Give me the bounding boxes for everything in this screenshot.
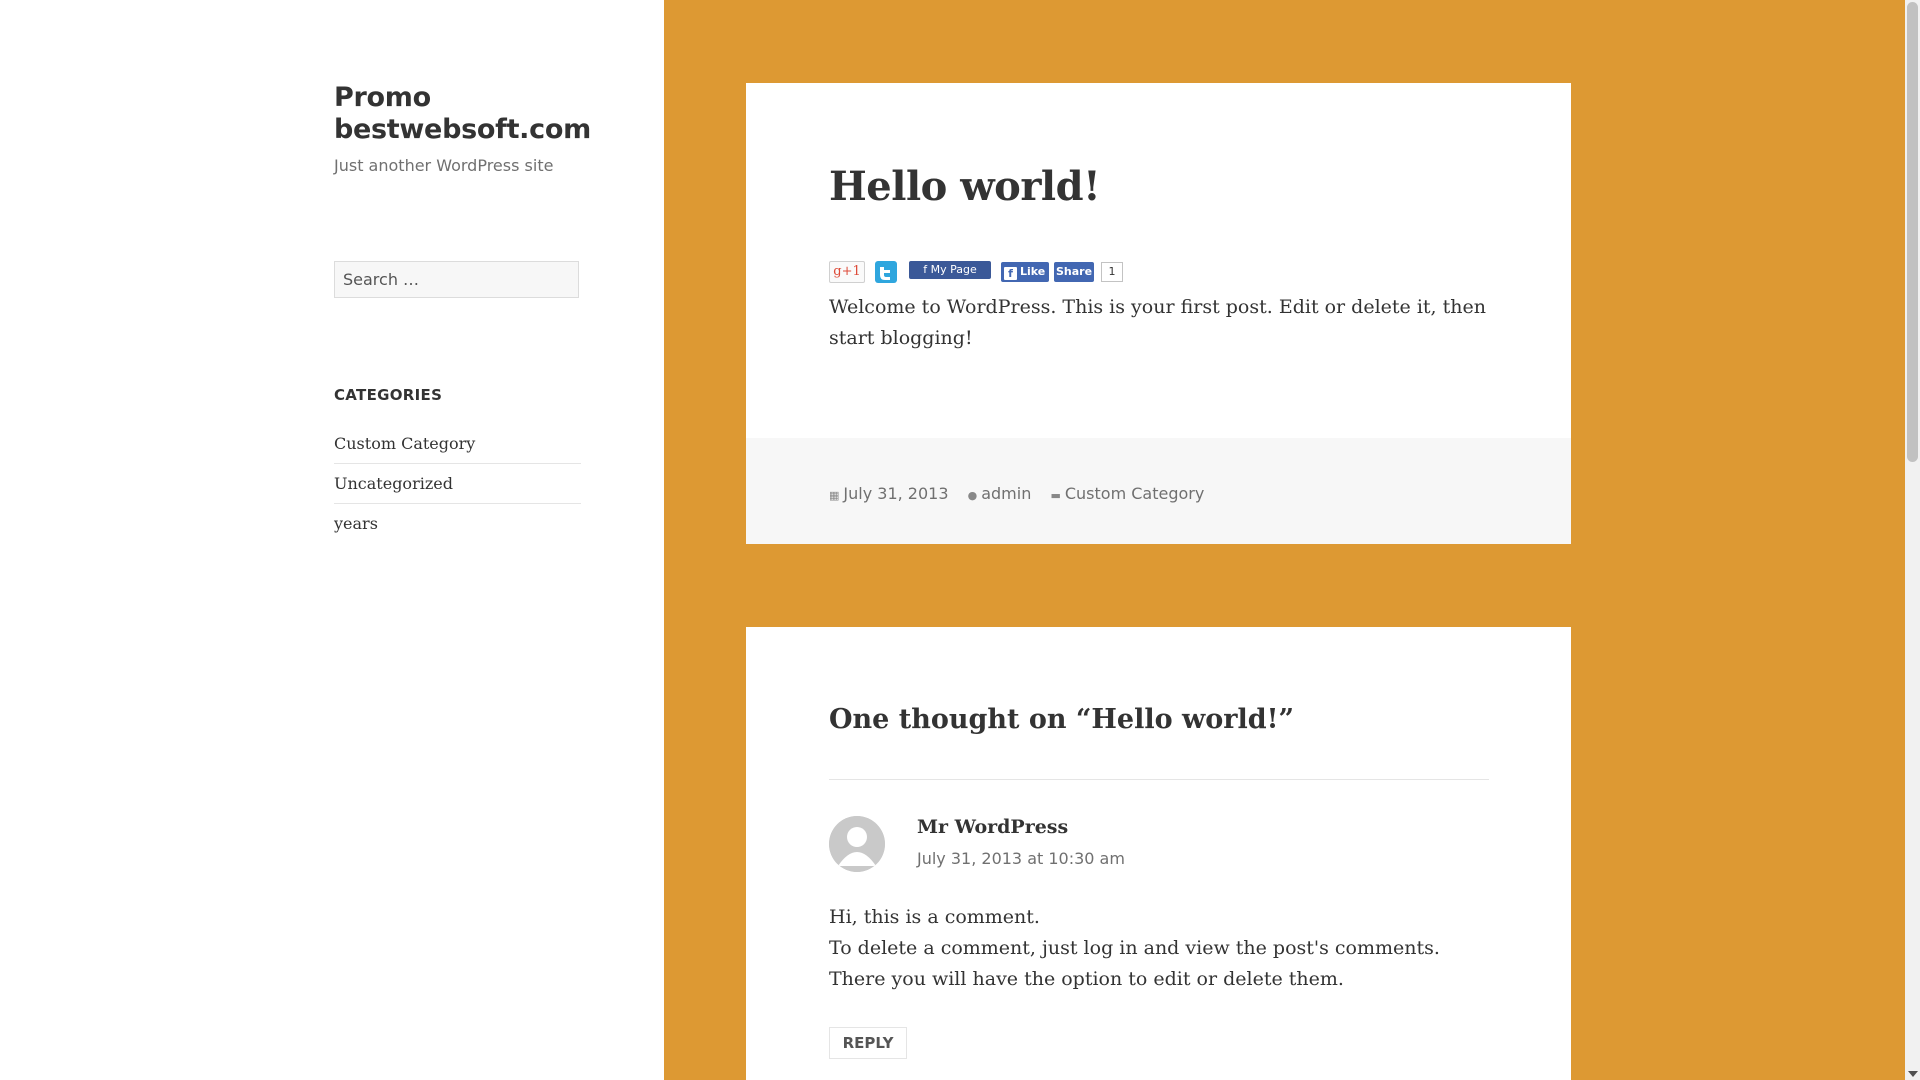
- twitter-button[interactable]: [875, 261, 897, 283]
- comment-text: Hi, this is a comment. To delete a comme…: [829, 902, 1489, 995]
- comments-card: One thought on “Hello world!” Mr WordPre…: [746, 627, 1571, 1080]
- folder-icon: ▬: [1050, 489, 1061, 502]
- facebook-my-page-button[interactable]: f My Page: [909, 261, 991, 279]
- share-count: 1: [1101, 262, 1123, 282]
- post-category: Custom Category: [1064, 484, 1205, 503]
- sidebar: Promo bestwebsoft.com Just another WordP…: [0, 0, 664, 1080]
- category-link-uncategorized[interactable]: Uncategorized: [334, 464, 581, 504]
- comments-title: One thought on “Hello world!”: [829, 704, 1295, 735]
- google-plus-button[interactable]: g+1: [829, 261, 865, 283]
- comment-line-2: To delete a comment, just log in and vie…: [829, 937, 1440, 990]
- avatar: [829, 816, 885, 872]
- post-category-link[interactable]: ▬ Custom Category: [1050, 484, 1204, 503]
- scroll-down-arrow-icon[interactable]: [1908, 1071, 1918, 1077]
- post-meta: ▦ July 31, 2013 ● admin ▬ Custom Category: [829, 484, 1218, 503]
- comment-date-link[interactable]: July 31, 2013 at 10:30 am: [917, 849, 1125, 868]
- like-label: Like: [1020, 265, 1046, 278]
- categories-heading: CATEGORIES: [334, 386, 443, 404]
- category-link-years[interactable]: years: [334, 504, 581, 544]
- calendar-icon: ▦: [829, 489, 840, 502]
- twitter-icon: [880, 267, 890, 280]
- post-date-link[interactable]: ▦ July 31, 2013: [829, 484, 949, 503]
- comment-author: Mr WordPress: [917, 816, 1069, 838]
- post-author-link[interactable]: ● admin: [968, 484, 1032, 503]
- reply-button[interactable]: REPLY: [829, 1027, 907, 1059]
- facebook-like-button[interactable]: f Like: [1001, 262, 1049, 282]
- facebook-icon: f: [1004, 267, 1017, 280]
- user-icon: ●: [967, 489, 978, 502]
- facebook-share-button[interactable]: Share: [1054, 262, 1094, 282]
- post-title[interactable]: Hello world!: [829, 163, 1101, 210]
- site-description: Just another WordPress site: [334, 156, 554, 175]
- comment-line-1: Hi, this is a comment.: [829, 906, 1040, 928]
- search-input[interactable]: [334, 261, 579, 298]
- post-card: Hello world! g+1 f My Page f Like Share 1…: [746, 83, 1571, 544]
- post-date: July 31, 2013: [843, 484, 949, 503]
- page-scrollbar[interactable]: [1905, 0, 1920, 1080]
- post-author: admin: [981, 484, 1032, 503]
- comments-divider: [829, 779, 1489, 780]
- category-link-custom-category[interactable]: Custom Category: [334, 424, 581, 464]
- post-body: Welcome to WordPress. This is your first…: [829, 296, 1486, 349]
- categories-list: Custom Category Uncategorized years: [334, 424, 581, 544]
- site-title[interactable]: Promo bestwebsoft.com: [334, 82, 594, 146]
- scrollbar-thumb[interactable]: [1907, 2, 1918, 462]
- avatar-icon: [829, 816, 885, 872]
- post-footer: ▦ July 31, 2013 ● admin ▬ Custom Category: [746, 438, 1571, 544]
